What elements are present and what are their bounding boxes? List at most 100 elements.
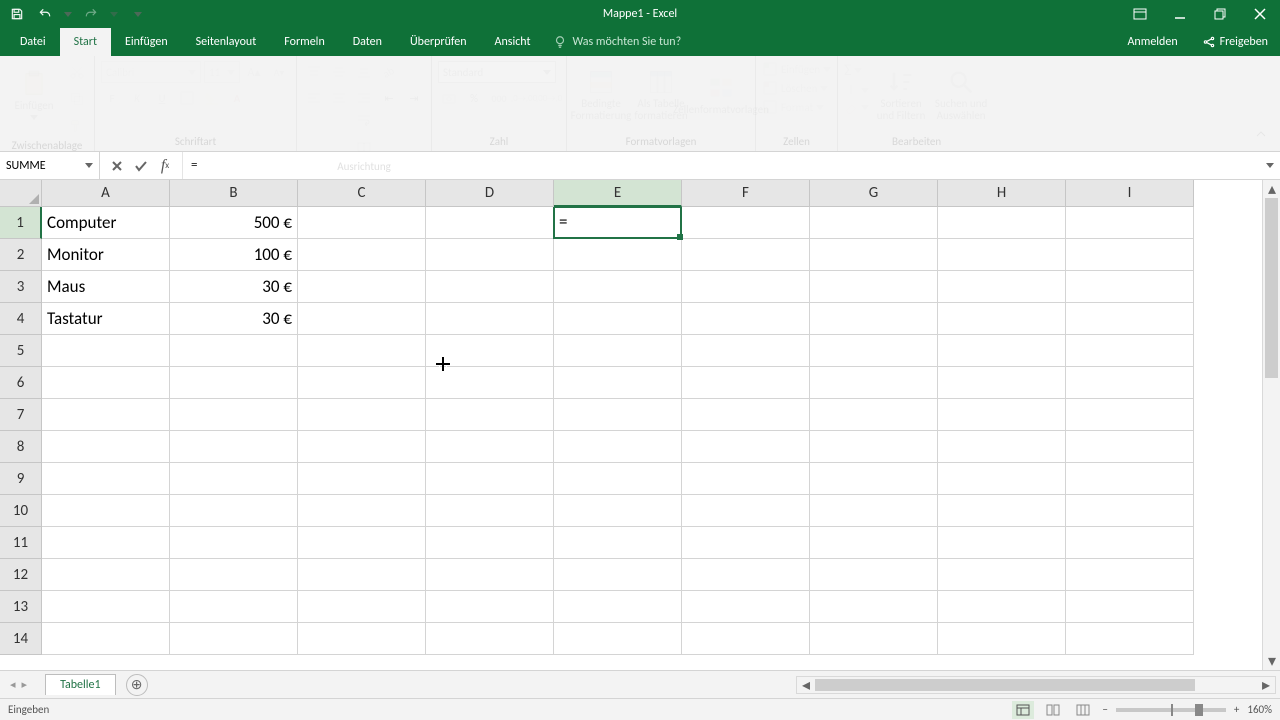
cell[interactable] xyxy=(426,591,554,623)
cell[interactable] xyxy=(554,271,682,303)
cell[interactable] xyxy=(810,623,938,655)
bold-icon[interactable]: F xyxy=(101,87,123,109)
tab-review[interactable]: Überprüfen xyxy=(396,28,481,56)
cell[interactable] xyxy=(1066,591,1194,623)
paste-button[interactable]: Einfügen xyxy=(6,61,62,129)
number-format-select[interactable]: Standard xyxy=(438,61,556,83)
wrap-text-icon[interactable] xyxy=(353,109,375,131)
cell[interactable] xyxy=(554,591,682,623)
column-header[interactable]: B xyxy=(170,180,298,207)
cell[interactable] xyxy=(554,559,682,591)
cell[interactable] xyxy=(42,623,170,655)
cell[interactable] xyxy=(42,559,170,591)
merge-icon[interactable] xyxy=(353,136,375,158)
orientation-icon[interactable]: ab xyxy=(378,61,400,83)
column-header[interactable]: I xyxy=(1066,180,1194,207)
cell[interactable] xyxy=(554,623,682,655)
cell[interactable] xyxy=(42,495,170,527)
cell[interactable] xyxy=(810,431,938,463)
sort-filter-button[interactable]: Sortieren und Filtern xyxy=(873,61,929,129)
select-all-corner[interactable] xyxy=(0,180,42,207)
name-box[interactable]: SUMME xyxy=(0,152,100,179)
cell[interactable] xyxy=(170,495,298,527)
cell[interactable] xyxy=(682,335,810,367)
sheet-tab[interactable]: Tabelle1 xyxy=(45,674,116,695)
insert-cells-button[interactable]: Einfügen xyxy=(762,61,831,77)
format-cells-button[interactable]: Format xyxy=(762,99,824,115)
row-header[interactable]: 12 xyxy=(0,559,42,591)
cut-icon[interactable] xyxy=(66,61,88,83)
fill-button[interactable] xyxy=(844,83,869,97)
cell[interactable] xyxy=(938,431,1066,463)
cell[interactable] xyxy=(298,623,426,655)
ribbon-display-icon[interactable] xyxy=(1120,0,1160,28)
normal-view-icon[interactable] xyxy=(1012,701,1034,719)
cell[interactable]: 100 € xyxy=(170,239,298,271)
cell[interactable] xyxy=(1066,399,1194,431)
row-header[interactable]: 5 xyxy=(0,335,42,367)
align-top-icon[interactable] xyxy=(303,61,325,83)
cell[interactable] xyxy=(810,559,938,591)
row-header[interactable]: 3 xyxy=(0,271,42,303)
align-center-icon[interactable] xyxy=(328,87,350,109)
delete-cells-button[interactable]: Löschen xyxy=(762,80,828,96)
cell[interactable] xyxy=(682,559,810,591)
cell[interactable] xyxy=(554,527,682,559)
cell[interactable] xyxy=(810,591,938,623)
column-header[interactable]: C xyxy=(298,180,426,207)
scrollbar-thumb[interactable] xyxy=(1265,198,1278,378)
row-header[interactable]: 10 xyxy=(0,495,42,527)
undo-dropdown-icon[interactable] xyxy=(64,12,72,17)
cell[interactable] xyxy=(170,367,298,399)
tab-data[interactable]: Daten xyxy=(339,28,396,56)
cell[interactable] xyxy=(298,495,426,527)
cell[interactable] xyxy=(426,399,554,431)
cell[interactable] xyxy=(170,399,298,431)
minimize-icon[interactable] xyxy=(1160,0,1200,28)
row-header[interactable]: 9 xyxy=(0,463,42,495)
cell[interactable] xyxy=(938,559,1066,591)
cell[interactable] xyxy=(298,239,426,271)
cell[interactable]: Tastatur xyxy=(42,303,170,335)
percent-icon[interactable]: % xyxy=(463,87,485,109)
cell[interactable] xyxy=(426,271,554,303)
cell[interactable] xyxy=(1066,431,1194,463)
maximize-icon[interactable] xyxy=(1200,0,1240,28)
share-button[interactable]: Freigeben xyxy=(1190,28,1280,56)
cell[interactable] xyxy=(1066,303,1194,335)
cell[interactable] xyxy=(170,527,298,559)
cell[interactable] xyxy=(938,239,1066,271)
worksheet-grid[interactable]: ABCDEFGHI 1234567891011121314 Computer50… xyxy=(0,180,1280,670)
cell-styles-button[interactable]: Zellenformatvorlagen xyxy=(693,61,749,129)
cell[interactable]: 500 € xyxy=(170,207,298,239)
cell[interactable]: 30 € xyxy=(170,303,298,335)
cell[interactable] xyxy=(810,271,938,303)
shrink-font-icon[interactable]: A▾ xyxy=(268,61,290,83)
cell[interactable] xyxy=(298,463,426,495)
cell[interactable] xyxy=(298,367,426,399)
cell[interactable] xyxy=(170,431,298,463)
cell[interactable] xyxy=(554,399,682,431)
cell[interactable]: Computer xyxy=(42,207,170,239)
align-left-icon[interactable] xyxy=(303,87,325,109)
find-select-button[interactable]: Suchen und Auswählen xyxy=(933,61,989,129)
cell[interactable] xyxy=(298,591,426,623)
cell[interactable] xyxy=(682,431,810,463)
cell[interactable] xyxy=(42,399,170,431)
column-header[interactable]: A xyxy=(42,180,170,207)
cell[interactable]: Monitor xyxy=(42,239,170,271)
column-header[interactable]: G xyxy=(810,180,938,207)
currency-icon[interactable] xyxy=(438,87,460,109)
scroll-left-icon[interactable]: ◂ xyxy=(797,676,815,694)
signin-link[interactable]: Anmelden xyxy=(1115,28,1189,56)
column-header[interactable]: D xyxy=(426,180,554,207)
cell[interactable] xyxy=(938,591,1066,623)
cell[interactable] xyxy=(554,431,682,463)
row-header[interactable]: 4 xyxy=(0,303,42,335)
cell[interactable] xyxy=(938,463,1066,495)
cell[interactable] xyxy=(1066,207,1194,239)
cell[interactable] xyxy=(682,207,810,239)
cell[interactable] xyxy=(42,463,170,495)
cell[interactable] xyxy=(938,367,1066,399)
cell[interactable] xyxy=(938,207,1066,239)
